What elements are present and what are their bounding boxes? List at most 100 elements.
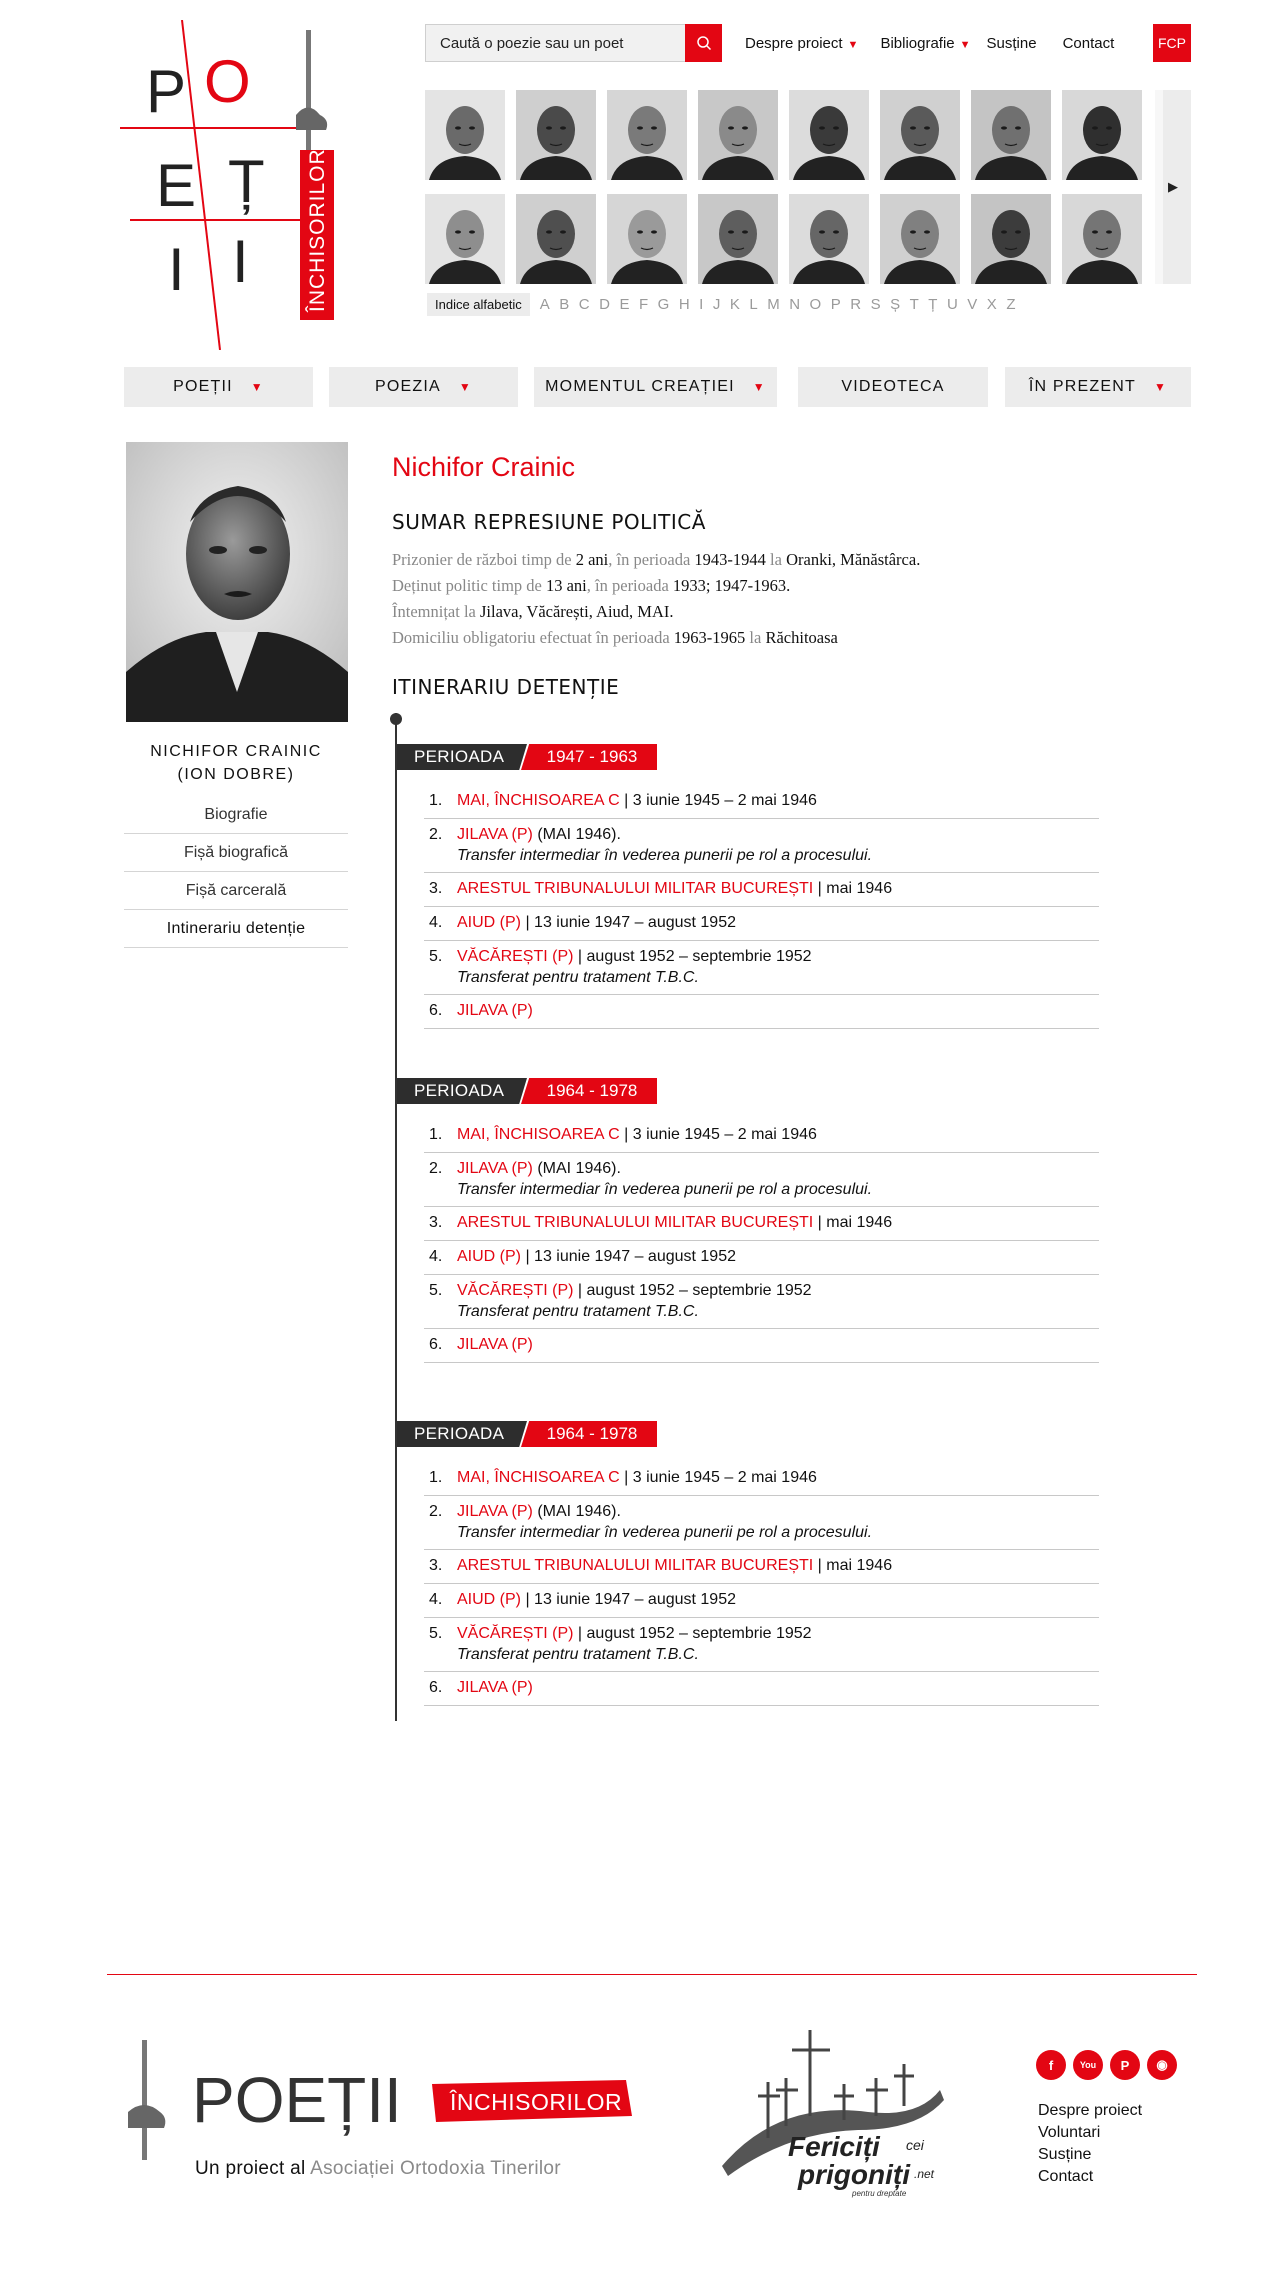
- alphabet-letter-link[interactable]: E: [619, 296, 630, 313]
- topnav-despre-proiect[interactable]: Despre proiect ▼: [745, 35, 858, 52]
- poet-portrait-thumbnail[interactable]: [607, 90, 687, 180]
- poet-portrait-thumbnail[interactable]: [607, 194, 687, 284]
- poet-portrait-thumbnail[interactable]: [516, 90, 596, 180]
- footer-link[interactable]: Susține: [1038, 2144, 1142, 2166]
- summary-line: Deținut politic timp de 13 ani, în perio…: [392, 573, 920, 599]
- prison-link[interactable]: VĂCĂREȘTI (P): [457, 1282, 573, 1299]
- footer-org-link[interactable]: Asociației Ortodoxia Tinerilor: [310, 2158, 561, 2179]
- alphabet-letter-link[interactable]: B: [559, 296, 570, 313]
- prison-link[interactable]: JILAVA (P): [457, 1160, 533, 1177]
- mainnav-label: POEȚII: [173, 378, 233, 395]
- prison-link[interactable]: JILAVA (P): [457, 1002, 533, 1019]
- mainnav-in-prezent[interactable]: ÎN PREZENT ▼: [1005, 367, 1191, 407]
- poet-portrait-thumbnail[interactable]: [698, 90, 778, 180]
- alphabet-letter-link[interactable]: Ș: [890, 296, 901, 313]
- footer-link[interactable]: Despre proiect: [1038, 2100, 1142, 2122]
- prison-link[interactable]: JILAVA (P): [457, 1679, 533, 1696]
- prison-link[interactable]: ARESTUL TRIBUNALULUI MILITAR BUCUREȘTI: [457, 1557, 813, 1574]
- prison-link[interactable]: ARESTUL TRIBUNALULUI MILITAR BUCUREȘTI: [457, 880, 813, 897]
- item-content: JILAVA (P): [457, 1677, 1099, 1699]
- prison-link[interactable]: MAI, ÎNCHISOAREA C: [457, 1469, 620, 1486]
- mainnav-poetii[interactable]: POEȚII ▼: [124, 367, 313, 407]
- alphabet-letter-link[interactable]: K: [730, 296, 741, 313]
- item-number: 1.: [429, 1469, 443, 1486]
- topnav-contact[interactable]: Contact: [1063, 35, 1115, 52]
- alphabet-letter-link[interactable]: V: [967, 296, 978, 313]
- poet-portrait-thumbnail[interactable]: [789, 90, 869, 180]
- sidebar-item-biografie[interactable]: Biografie: [124, 796, 348, 834]
- mainnav-videoteca[interactable]: VIDEOTECA: [798, 367, 988, 407]
- alphabet-letter-link[interactable]: L: [749, 296, 758, 313]
- alphabet-letter-link[interactable]: X: [987, 296, 998, 313]
- poet-portrait-thumbnail[interactable]: [516, 194, 596, 284]
- prison-link[interactable]: AIUD (P): [457, 914, 521, 931]
- prison-link[interactable]: JILAVA (P): [457, 826, 533, 843]
- alphabet-letter-link[interactable]: M: [767, 296, 780, 313]
- poet-portrait-thumbnail[interactable]: [971, 194, 1051, 284]
- item-number: 5.: [429, 1282, 443, 1299]
- prison-link[interactable]: MAI, ÎNCHISOAREA C: [457, 792, 620, 809]
- alphabet-letter-link[interactable]: S: [871, 296, 882, 313]
- prison-link[interactable]: AIUD (P): [457, 1591, 521, 1608]
- item-number: 5.: [429, 948, 443, 965]
- poet-portrait-thumbnail[interactable]: [1062, 90, 1142, 180]
- sidebar-item-fisa-biografica[interactable]: Fișă biografică: [124, 834, 348, 872]
- poet-portrait-thumbnail[interactable]: [698, 194, 778, 284]
- alphabet-letter-link[interactable]: F: [639, 296, 649, 313]
- alphabet-letter-link[interactable]: Ț: [928, 296, 938, 313]
- alphabet-letter-link[interactable]: A: [540, 296, 551, 313]
- alphabet-letter-link[interactable]: U: [947, 296, 958, 313]
- fcp-button[interactable]: FCP: [1153, 24, 1191, 62]
- item-number: 4.: [429, 914, 443, 931]
- alphabet-letter-link[interactable]: I: [699, 296, 704, 313]
- sidebar-item-fisa-carcerala[interactable]: Fișă carcerală: [124, 872, 348, 910]
- footer-link[interactable]: Voluntari: [1038, 2122, 1142, 2144]
- search-button[interactable]: [685, 24, 722, 62]
- poet-portrait-thumbnail[interactable]: [789, 194, 869, 284]
- alphabet-letter-link[interactable]: J: [713, 296, 721, 313]
- sidebar-item-itinerariu[interactable]: Intinerariu detenție: [124, 910, 348, 948]
- topnav-sustine[interactable]: Susține: [987, 35, 1037, 52]
- alphabet-letter-link[interactable]: C: [579, 296, 590, 313]
- poet-portrait-thumbnail[interactable]: [880, 194, 960, 284]
- topnav-bibliografie[interactable]: Bibliografie ▼: [880, 35, 970, 52]
- alphabet-letter-link[interactable]: N: [789, 296, 800, 313]
- alphabet-letter-link[interactable]: G: [658, 296, 670, 313]
- rss-icon[interactable]: ◉: [1147, 2050, 1177, 2080]
- youtube-icon[interactable]: You: [1073, 2050, 1103, 2080]
- mainnav-momentul-creatiei[interactable]: MOMENTUL CREAȚIEI ▼: [534, 367, 777, 407]
- alphabet-letter-link[interactable]: P: [831, 296, 842, 313]
- period-years: 1964 - 1978: [521, 1078, 657, 1104]
- footer-link[interactable]: Contact: [1038, 2166, 1142, 2188]
- detention-dates: | 3 iunie 1945 – 2 mai 1946: [619, 1469, 817, 1486]
- facebook-icon[interactable]: f: [1036, 2050, 1066, 2080]
- alphabet-letter-link[interactable]: Z: [1006, 296, 1016, 313]
- alphabet-letter-link[interactable]: R: [850, 296, 861, 313]
- prison-link[interactable]: MAI, ÎNCHISOAREA C: [457, 1126, 620, 1143]
- paypal-icon[interactable]: P: [1110, 2050, 1140, 2080]
- fericiti-cei-prigoniti-logo[interactable]: Fericiți cei prigoniți .net pentru drept…: [718, 2020, 958, 2200]
- alphabet-letter-link[interactable]: H: [679, 296, 690, 313]
- prison-link[interactable]: JILAVA (P): [457, 1336, 533, 1353]
- search-input[interactable]: [425, 24, 685, 62]
- poet-portrait-thumbnail[interactable]: [971, 90, 1051, 180]
- detention-dates: | 13 iunie 1947 – august 1952: [521, 914, 736, 931]
- site-logo[interactable]: P O E Ț I I ÎNCHISORILOR: [120, 19, 360, 351]
- prison-link[interactable]: AIUD (P): [457, 1248, 521, 1265]
- prison-link[interactable]: ARESTUL TRIBUNALULUI MILITAR BUCUREȘTI: [457, 1214, 813, 1231]
- topnav-label: Contact: [1062, 34, 1115, 52]
- poet-portrait-thumbnail[interactable]: [880, 90, 960, 180]
- poet-portrait-thumbnail[interactable]: [1062, 194, 1142, 284]
- carousel-next-button[interactable]: ▶: [1155, 90, 1191, 284]
- alphabetical-index-label[interactable]: Indice alfabetic: [427, 293, 530, 316]
- mainnav-poezia[interactable]: POEZIA ▼: [329, 367, 518, 407]
- poet-portrait-thumbnail[interactable]: [425, 90, 505, 180]
- poet-portrait-thumbnail[interactable]: [425, 194, 505, 284]
- prison-link[interactable]: VĂCĂREȘTI (P): [457, 1625, 573, 1642]
- prison-link[interactable]: VĂCĂREȘTI (P): [457, 948, 573, 965]
- alphabet-letter-link[interactable]: O: [810, 296, 822, 313]
- alphabet-letter-link[interactable]: D: [599, 296, 610, 313]
- summary-text: Deținut politic timp de: [392, 576, 546, 595]
- alphabet-letter-link[interactable]: T: [910, 296, 920, 313]
- prison-link[interactable]: JILAVA (P): [457, 1503, 533, 1520]
